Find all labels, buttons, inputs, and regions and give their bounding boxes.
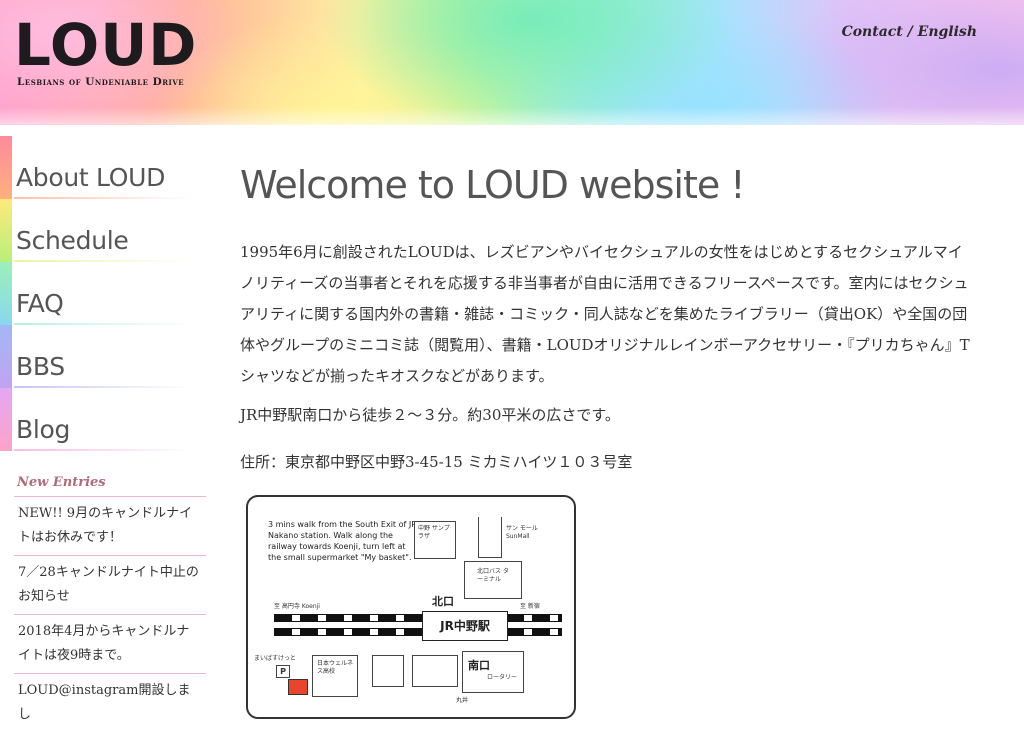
nav-color-bar xyxy=(0,388,12,451)
map-school-label: 日本ウェルネス高校 xyxy=(317,660,354,675)
page-title: Welcome to LOUD website ! xyxy=(240,163,746,207)
english-link[interactable]: English xyxy=(918,24,977,40)
entry-link[interactable]: LOUD@instagram開設しまし xyxy=(14,673,206,732)
nav-item-label: Blog xyxy=(16,415,71,444)
nav-item-label: BBS xyxy=(16,352,65,381)
map-koenji-label: 至 高円寺 Koenji xyxy=(274,603,320,610)
entry-link[interactable]: NEW!! 9月のキャンドルナイトはお休みです！ xyxy=(14,496,206,555)
map-shinjuku-label: 至 新宿 xyxy=(520,603,540,610)
access-map: 3 mins walk from the South Exit of JR Na… xyxy=(246,495,576,719)
map-block xyxy=(372,655,404,687)
contact-link[interactable]: Contact xyxy=(842,24,903,40)
site-header: LOUD Lesbians of Undeniable Drive Contac… xyxy=(0,0,1024,125)
nav-underline xyxy=(14,449,192,451)
map-north-exit: 北口 xyxy=(432,595,454,608)
nav-color-bar xyxy=(0,136,12,199)
map-parking: P xyxy=(276,665,290,678)
nav-item-faq[interactable]: FAQ xyxy=(0,262,206,325)
nav-item-schedule[interactable]: Schedule xyxy=(0,199,206,262)
logo-tagline: Lesbians of Undeniable Drive xyxy=(17,76,185,88)
nav-item-blog[interactable]: Blog xyxy=(0,388,206,451)
map-sunplaza-label: 中野 サンプラザ xyxy=(418,525,450,540)
nav-color-bar xyxy=(0,325,12,388)
map-station: JR中野駅 xyxy=(422,611,508,641)
map-sunplaza: 中野 サンプラザ xyxy=(414,521,456,559)
map-block xyxy=(412,655,458,687)
nav-item-label: Schedule xyxy=(16,226,129,255)
access-paragraph: JR中野駅南口から徒歩２～３分。約30平米の広さです。 xyxy=(240,406,620,424)
nav-item-label: FAQ xyxy=(16,289,64,318)
map-railway xyxy=(506,628,562,636)
map-railway xyxy=(274,614,424,622)
map-railway xyxy=(506,614,562,622)
new-entries-list: NEW!! 9月のキャンドルナイトはお休みです！ 7／28キャンドルナイト中止の… xyxy=(14,496,206,732)
nav-color-bar xyxy=(0,199,12,262)
map-railway xyxy=(274,628,424,636)
map-bus-terminal: 北口バス ターミナル xyxy=(464,561,522,599)
map-school: 日本ウェルネス高校 xyxy=(312,655,358,697)
nav-item-bbs[interactable]: BBS xyxy=(0,325,206,388)
address-paragraph: 住所：東京都中野区中野3-45-15 ミカミハイツ１０３号室 xyxy=(240,453,633,471)
map-rotary-label: ロータリー xyxy=(487,674,518,681)
map-marui-label: 丸井 xyxy=(456,697,469,704)
entry-link[interactable]: 2018年4月からキャンドルナイトは夜9時まで。 xyxy=(14,614,206,673)
site-logo[interactable]: LOUD xyxy=(14,14,197,76)
entry-link[interactable]: 7／28キャンドルナイト中止のお知らせ xyxy=(14,555,206,614)
nav-item-label: About LOUD xyxy=(16,163,166,192)
map-sunmall-label: サン モール SunMall xyxy=(506,525,538,540)
link-separator: / xyxy=(902,24,918,40)
map-bus-terminal-label: 北口バス ターミナル xyxy=(477,568,509,583)
new-entries-heading: New Entries xyxy=(17,475,106,490)
nav-item-about[interactable]: About LOUD xyxy=(0,136,206,199)
map-my-basket-label: まいばすけっと xyxy=(254,655,297,662)
map-sunmall-street xyxy=(478,517,502,558)
nav-color-bar xyxy=(0,262,12,325)
header-links: Contact / English xyxy=(842,24,977,40)
intro-paragraph: 1995年6月に創設されたLOUDは、レズビアンやバイセクシュアルの女性をはじめ… xyxy=(240,243,970,385)
sidebar-nav: About LOUD Schedule FAQ BBS Blog xyxy=(0,136,206,451)
map-directions: 3 mins walk from the South Exit of JR Na… xyxy=(268,520,417,562)
map-rotary: ロータリー xyxy=(462,651,524,693)
